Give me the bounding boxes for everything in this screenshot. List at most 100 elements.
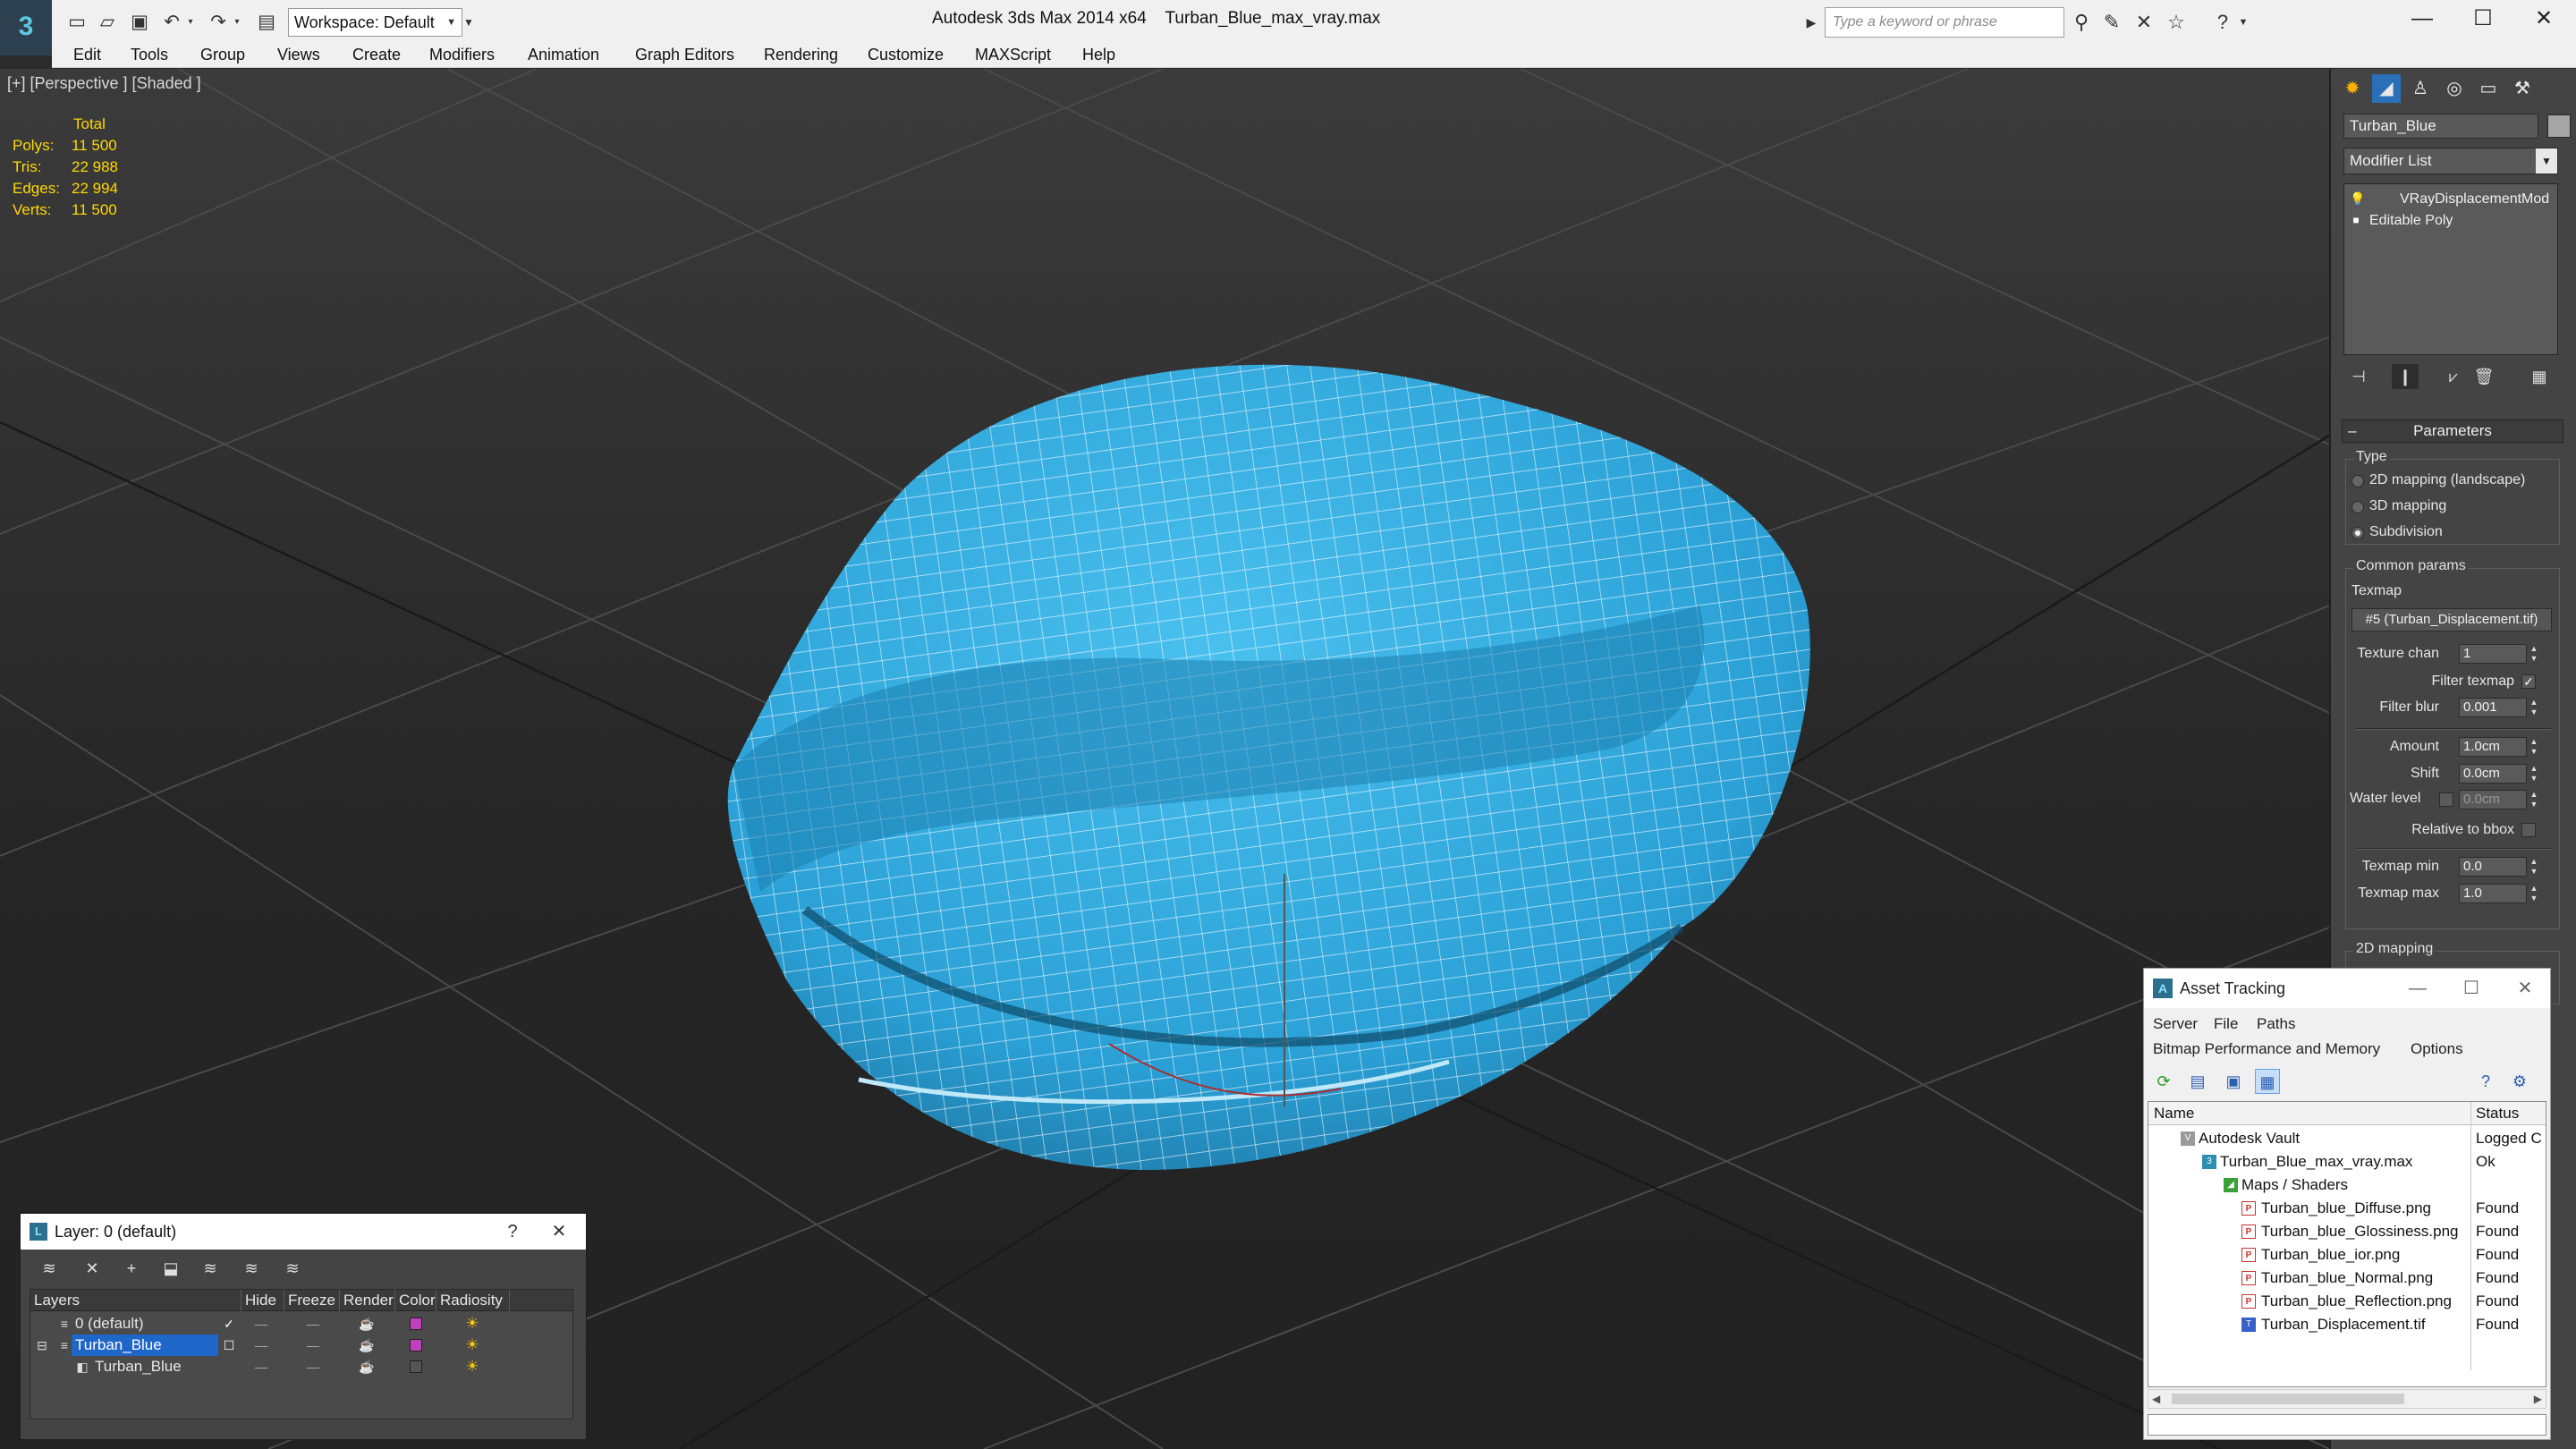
- column-name[interactable]: Name: [2154, 1102, 2194, 1125]
- hide-all-layers-icon[interactable]: ≋: [239, 1257, 264, 1280]
- menu-tools[interactable]: Tools: [131, 41, 168, 68]
- column-status[interactable]: Status: [2476, 1102, 2519, 1125]
- freeze-all-layers-icon[interactable]: ≋: [280, 1257, 305, 1280]
- make-unique-icon[interactable]: ⩗: [2440, 364, 2467, 389]
- column-layers[interactable]: Layers: [30, 1290, 242, 1311]
- teapot-render-icon[interactable]: ☕: [356, 1356, 377, 1377]
- layer-dialog-titlebar[interactable]: L Layer: 0 (default) ? ✕: [21, 1214, 586, 1250]
- help-icon[interactable]: ?: [2473, 1069, 2498, 1094]
- menu-server[interactable]: Server: [2153, 1012, 2198, 1037]
- asset-tracking-titlebar[interactable]: A Asset Tracking — ☐ ✕: [2144, 969, 2550, 1008]
- table-row[interactable]: ◢ Maps / Shaders: [2148, 1174, 2546, 1197]
- teapot-render-icon[interactable]: ☕: [356, 1335, 377, 1356]
- column-render[interactable]: Render: [340, 1290, 395, 1311]
- texture-chan-spinner[interactable]: 1 ▲ ▼: [2459, 644, 2538, 664]
- water-level-spinner[interactable]: 0.0cm ▲ ▼: [2459, 790, 2538, 809]
- search-input[interactable]: Type a keyword or phrase: [1825, 7, 2064, 38]
- freeze-toggle[interactable]: —: [302, 1313, 324, 1335]
- table-row[interactable]: 3 Turban_Blue_max_vray.max Ok: [2148, 1150, 2546, 1174]
- info-center-expand-icon[interactable]: ▶: [1801, 10, 1821, 35]
- radio-subdivision[interactable]: Subdivision: [2351, 524, 2443, 540]
- hide-toggle[interactable]: —: [250, 1335, 272, 1356]
- help-button[interactable]: ?: [495, 1214, 530, 1250]
- pin-stack-icon[interactable]: ⊣: [2345, 364, 2372, 389]
- spinner-arrows-icon[interactable]: ▲ ▼: [2528, 857, 2540, 877]
- close-button[interactable]: ✕: [2498, 969, 2552, 1008]
- layer-color-swatch[interactable]: [410, 1318, 422, 1330]
- asset-path-field[interactable]: [2148, 1414, 2546, 1436]
- stack-item-vraydisplacementmod[interactable]: 💡 VRayDisplacementMod: [2346, 190, 2557, 209]
- redo-icon[interactable]: ↷: [206, 10, 231, 35]
- menu-options[interactable]: Options: [2411, 1037, 2463, 1062]
- active-layer-checkmark-icon[interactable]: ✓: [220, 1313, 238, 1335]
- menu-file[interactable]: File: [2214, 1012, 2238, 1037]
- filter-texmap-checkbox[interactable]: ✓: [2521, 674, 2536, 689]
- scroll-right-icon[interactable]: ▶: [2534, 1390, 2542, 1408]
- exchange-apps-icon[interactable]: ✕: [2131, 9, 2157, 36]
- object-name-field[interactable]: Turban_Blue: [2343, 114, 2538, 139]
- delete-layer-icon[interactable]: ✕: [80, 1257, 105, 1280]
- radio-3d-mapping[interactable]: 3D mapping: [2351, 498, 2446, 514]
- relative-to-bbox-checkbox[interactable]: [2521, 823, 2536, 837]
- remove-modifier-icon[interactable]: 🗑: [2470, 364, 2497, 389]
- table-view-icon[interactable]: ▦: [2255, 1069, 2280, 1094]
- maximize-button[interactable]: ☐: [2451, 0, 2515, 39]
- maximize-button[interactable]: ☐: [2445, 969, 2498, 1008]
- texmap-button[interactable]: #5 (Turban_Displacement.tif): [2351, 608, 2552, 631]
- turban-model[interactable]: [727, 364, 1810, 1171]
- help-icon[interactable]: ?: [2209, 9, 2236, 36]
- redo-dropdown-icon[interactable]: ▾: [231, 10, 243, 35]
- table-row[interactable]: P Turban_blue_Normal.png Found: [2148, 1267, 2546, 1290]
- highlight-selected-layers-icon[interactable]: ≋: [198, 1257, 223, 1280]
- menu-rendering[interactable]: Rendering: [764, 41, 838, 68]
- texmap-max-spinner[interactable]: 1.0 ▲ ▼: [2459, 884, 2538, 903]
- menu-views[interactable]: Views: [277, 41, 320, 68]
- 3ds-max-logo-icon[interactable]: 3: [0, 0, 52, 55]
- utilities-tab-icon[interactable]: ⚒: [2508, 74, 2537, 103]
- radiosity-sun-icon[interactable]: ☀: [463, 1358, 481, 1376]
- table-row[interactable]: P Turban_blue_ior.png Found: [2148, 1243, 2546, 1267]
- save-file-icon[interactable]: ▣: [127, 10, 152, 35]
- column-freeze[interactable]: Freeze: [284, 1290, 340, 1311]
- collapse-icon[interactable]: ⊟: [36, 1335, 48, 1356]
- close-button[interactable]: ✕: [541, 1214, 577, 1250]
- column-color[interactable]: Color: [395, 1290, 436, 1311]
- new-file-icon[interactable]: ▭: [64, 10, 89, 35]
- open-file-icon[interactable]: ▱: [95, 10, 120, 35]
- menu-animation[interactable]: Animation: [528, 41, 599, 68]
- object-color-swatch[interactable]: [2547, 114, 2571, 138]
- column-hide[interactable]: Hide: [242, 1290, 284, 1311]
- spinner-arrows-icon[interactable]: ▲ ▼: [2528, 764, 2540, 784]
- spinner-arrows-icon[interactable]: ▲ ▼: [2528, 790, 2540, 809]
- help-dropdown-icon[interactable]: ▼: [2236, 9, 2250, 36]
- thumbnail-view-icon[interactable]: ▣: [2221, 1069, 2246, 1094]
- menu-graph-editors[interactable]: Graph Editors: [635, 41, 734, 68]
- lightbulb-icon[interactable]: 💡: [2350, 191, 2365, 206]
- minimize-button[interactable]: —: [2390, 0, 2454, 39]
- motion-tab-icon[interactable]: ◎: [2440, 74, 2469, 103]
- spinner-arrows-icon[interactable]: ▲ ▼: [2528, 884, 2540, 903]
- scroll-left-icon[interactable]: ◀: [2152, 1390, 2160, 1408]
- add-to-layer-icon[interactable]: +: [119, 1257, 144, 1280]
- shift-spinner[interactable]: 0.0cm ▲ ▼: [2459, 764, 2538, 784]
- texmap-min-spinner[interactable]: 0.0 ▲ ▼: [2459, 857, 2538, 877]
- workspace-dropdown[interactable]: Workspace: Default ▼: [288, 8, 462, 37]
- binoculars-icon[interactable]: ⚲: [2068, 9, 2095, 36]
- menu-customize[interactable]: Customize: [868, 41, 944, 68]
- table-row[interactable]: V Autodesk Vault Logged C: [2148, 1127, 2546, 1150]
- radiosity-sun-icon[interactable]: ☀: [463, 1315, 481, 1333]
- menu-help[interactable]: Help: [1082, 41, 1115, 68]
- freeze-toggle[interactable]: —: [302, 1335, 324, 1356]
- menu-bitmap-performance[interactable]: Bitmap Performance and Memory: [2153, 1037, 2380, 1062]
- quick-access-dropdown-icon[interactable]: ▼: [460, 10, 478, 35]
- spinner-arrows-icon[interactable]: ▲ ▼: [2528, 737, 2540, 757]
- menu-maxscript[interactable]: MAXScript: [975, 41, 1051, 68]
- refresh-icon[interactable]: ⟳: [2151, 1069, 2176, 1094]
- modifier-list-dropdown[interactable]: Modifier List ▼: [2343, 148, 2558, 174]
- viewport-label[interactable]: [+] [Perspective ] [Shaded ]: [7, 74, 201, 93]
- menu-group[interactable]: Group: [200, 41, 245, 68]
- menu-modifiers[interactable]: Modifiers: [429, 41, 495, 68]
- hide-toggle[interactable]: —: [250, 1356, 272, 1377]
- spinner-arrows-icon[interactable]: ▲ ▼: [2528, 644, 2540, 664]
- table-row[interactable]: P Turban_blue_Diffuse.png Found: [2148, 1197, 2546, 1220]
